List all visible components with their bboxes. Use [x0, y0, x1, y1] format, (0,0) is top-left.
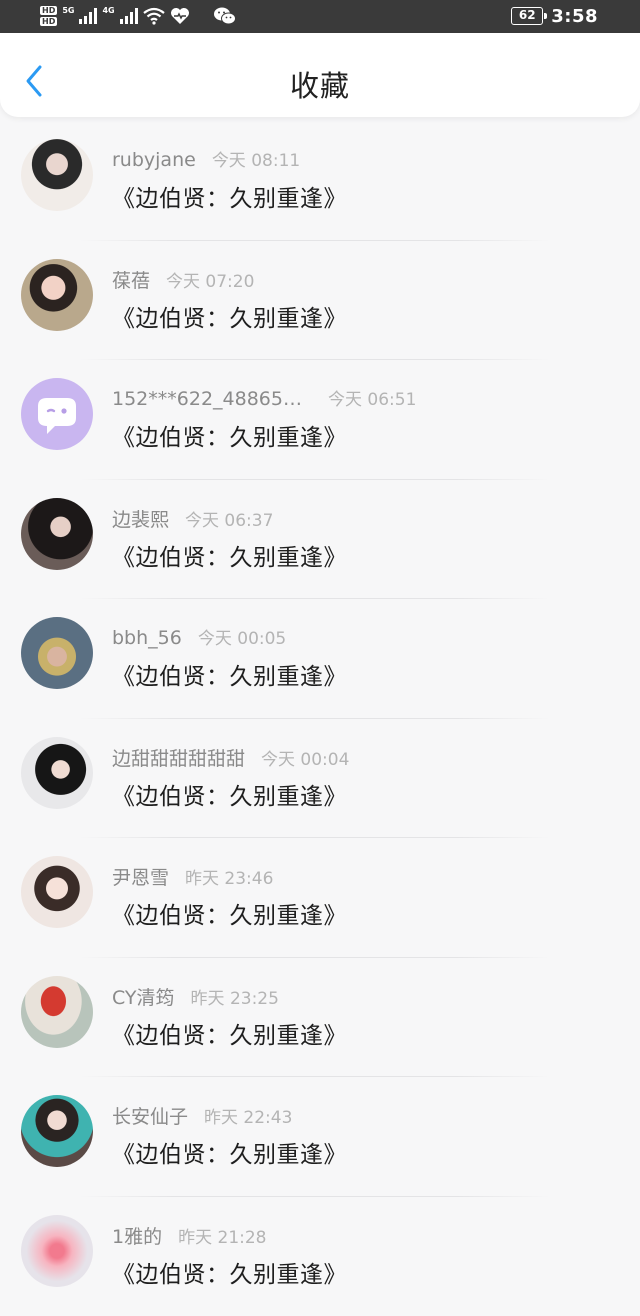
- list-item[interactable]: 152***622_48865… 今天 06:51 《边伯贤：久别重逢》: [0, 360, 640, 480]
- status-right: 62 3:58: [511, 4, 598, 28]
- post-title: 《边伯贤：久别重逢》: [112, 538, 347, 572]
- list-item[interactable]: rubyjane 今天 08:11 《边伯贤：久别重逢》: [0, 121, 640, 241]
- hd-badge: HD HD: [40, 5, 57, 27]
- username: 152***622_48865…: [112, 388, 302, 410]
- avatar[interactable]: [21, 617, 93, 689]
- post-title: 《边伯贤：久别重逢》: [112, 896, 347, 930]
- username: CY清筠: [112, 987, 175, 1009]
- list-item[interactable]: 尹恩雪昨天 23:46 《边伯贤：久别重逢》: [0, 838, 640, 958]
- status-left: HD HD 5G 4G: [40, 4, 237, 28]
- timestamp: 昨天 22:43: [204, 1108, 292, 1128]
- timestamp: 今天 07:20: [166, 272, 254, 292]
- timestamp: 昨天 21:28: [178, 1228, 266, 1248]
- timestamp: 今天 00:05: [198, 629, 286, 649]
- username: 长安仙子: [112, 1106, 188, 1128]
- avatar[interactable]: [21, 378, 93, 450]
- avatar[interactable]: [21, 1215, 93, 1287]
- avatar[interactable]: [21, 259, 93, 331]
- avatar[interactable]: [21, 856, 93, 928]
- favorites-list: rubyjane 今天 08:11 《边伯贤：久别重逢》 葆蓓今天 07:20 《…: [0, 121, 640, 1316]
- avatar[interactable]: [21, 976, 93, 1048]
- chat-bubble-avatar-icon: [21, 378, 93, 450]
- network-5g-label: 5G: [62, 6, 74, 15]
- list-item[interactable]: CY清筠昨天 23:25 《边伯贤：久别重逢》: [0, 958, 640, 1078]
- status-bar: HD HD 5G 4G 62 3:58: [0, 0, 640, 33]
- nav-header: 收藏: [0, 33, 640, 117]
- network-4g-label: 4G: [102, 6, 114, 15]
- wechat-icon: [213, 6, 237, 26]
- page-title: 收藏: [0, 63, 640, 105]
- hd-top-label: HD: [40, 6, 57, 15]
- wifi-icon: [143, 7, 165, 25]
- clock: 3:58: [551, 6, 598, 27]
- avatar[interactable]: [21, 139, 93, 211]
- list-item[interactable]: 边裴熙今天 06:37 《边伯贤：久别重逢》: [0, 480, 640, 600]
- timestamp: 今天 06:51: [328, 390, 416, 410]
- post-title: 《边伯贤：久别重逢》: [112, 179, 347, 213]
- timestamp: 今天 06:37: [185, 511, 273, 531]
- signal-bars-icon: [79, 8, 97, 24]
- username: 边甜甜甜甜甜甜: [112, 748, 245, 770]
- username: bbh_56: [112, 627, 182, 649]
- list-item[interactable]: bbh_56 今天 00:05 《边伯贤：久别重逢》: [0, 599, 640, 719]
- list-item[interactable]: 1雅的昨天 21:28 《边伯贤：久别重逢》: [0, 1197, 640, 1316]
- username: 尹恩雪: [112, 867, 169, 889]
- post-title: 《边伯贤：久别重逢》: [112, 777, 347, 811]
- list-item[interactable]: 边甜甜甜甜甜甜今天 00:04 《边伯贤：久别重逢》: [0, 719, 640, 839]
- username: 1雅的: [112, 1226, 162, 1248]
- username: 边裴熙: [112, 509, 169, 531]
- username: rubyjane: [112, 149, 196, 171]
- post-title: 《边伯贤：久别重逢》: [112, 1016, 347, 1050]
- avatar[interactable]: [21, 737, 93, 809]
- battery-icon: 62: [511, 7, 543, 25]
- post-title: 《边伯贤：久别重逢》: [112, 1255, 347, 1289]
- hd-bottom-label: HD: [40, 17, 57, 26]
- post-title: 《边伯贤：久别重逢》: [112, 1135, 347, 1169]
- timestamp: 今天 00:04: [261, 750, 349, 770]
- post-title: 《边伯贤：久别重逢》: [112, 299, 347, 333]
- timestamp: 昨天 23:46: [185, 869, 273, 889]
- signal-bars-icon-2: [120, 8, 138, 24]
- list-item[interactable]: 葆蓓今天 07:20 《边伯贤：久别重逢》: [0, 241, 640, 361]
- avatar[interactable]: [21, 498, 93, 570]
- health-heart-icon: [170, 7, 190, 25]
- username: 葆蓓: [112, 270, 150, 292]
- timestamp: 今天 08:11: [212, 151, 300, 171]
- list-item[interactable]: 长安仙子昨天 22:43 《边伯贤：久别重逢》: [0, 1077, 640, 1197]
- post-title: 《边伯贤：久别重逢》: [112, 418, 347, 452]
- avatar[interactable]: [21, 1095, 93, 1167]
- post-title: 《边伯贤：久别重逢》: [112, 657, 347, 691]
- timestamp: 昨天 23:25: [191, 989, 279, 1009]
